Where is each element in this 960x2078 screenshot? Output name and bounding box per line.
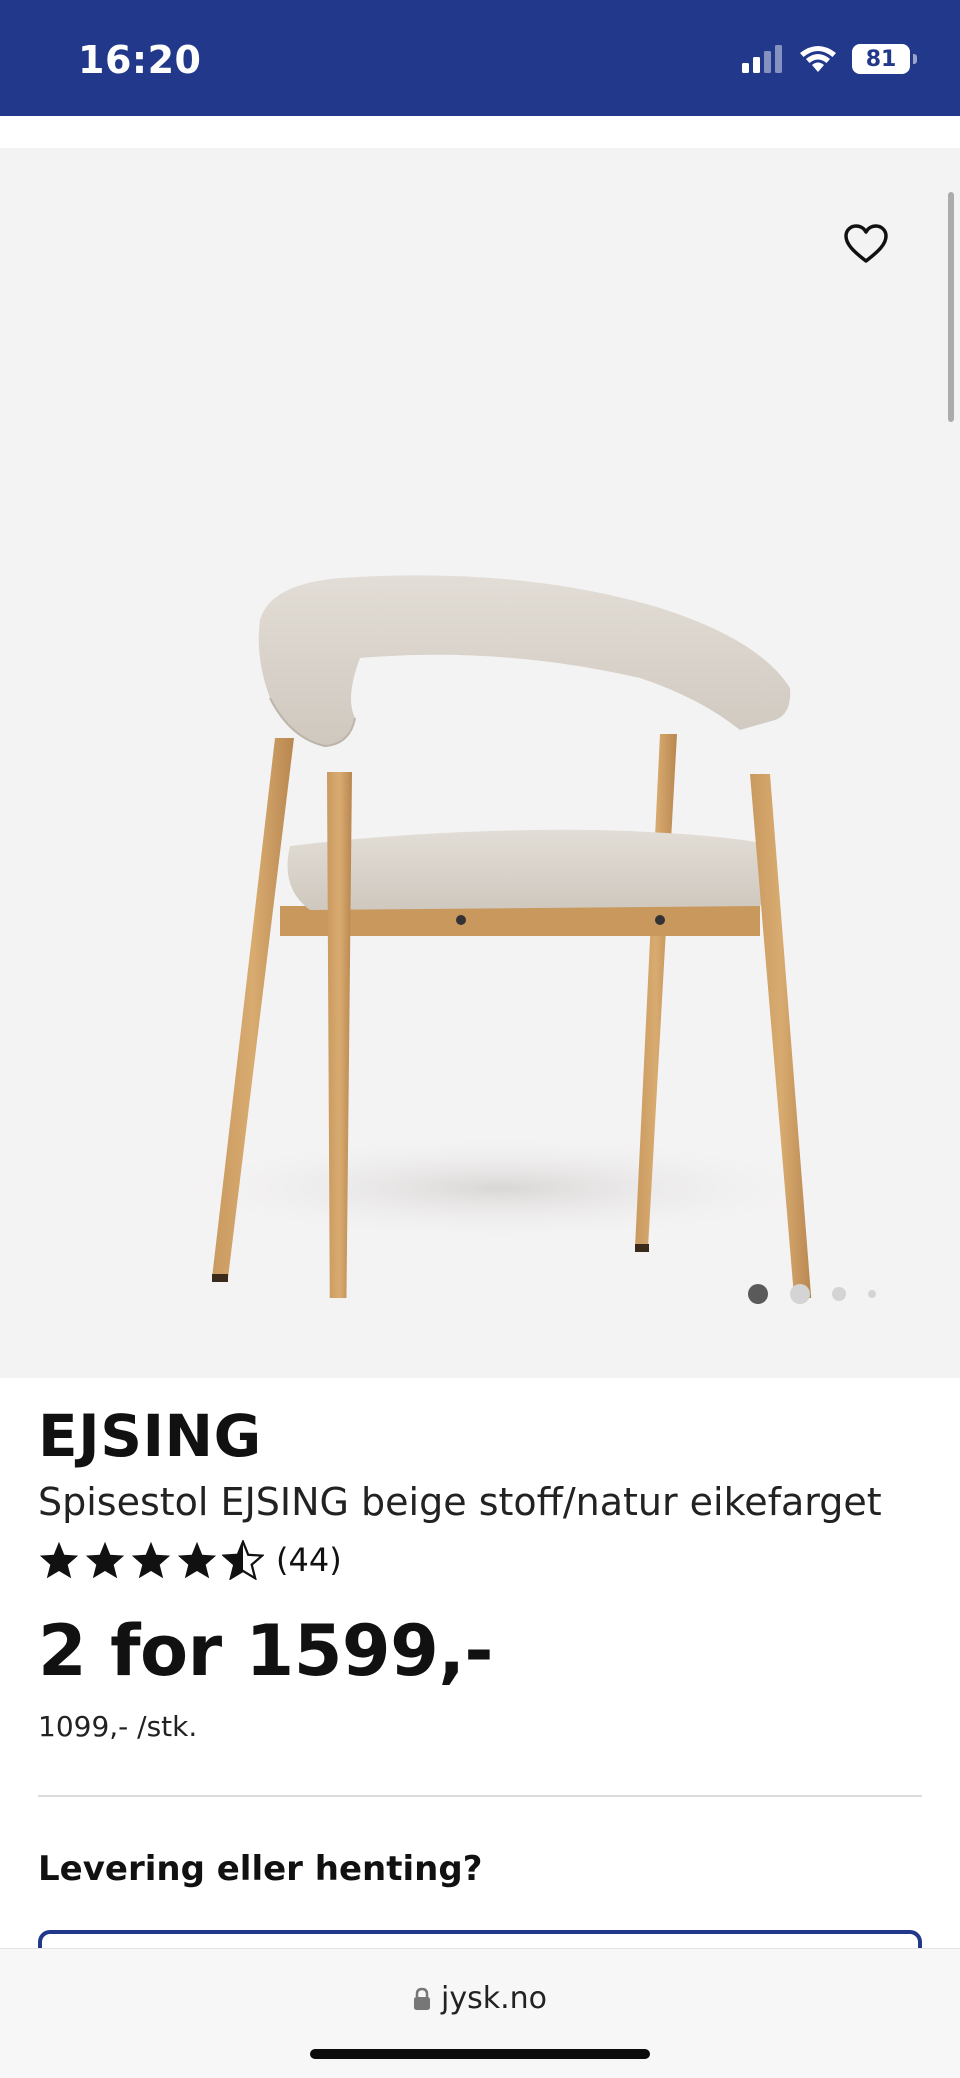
divider: [38, 1795, 922, 1797]
gallery-dot[interactable]: [790, 1284, 810, 1304]
url-text: jysk.no: [441, 1981, 547, 2016]
status-time: 16:20: [78, 38, 202, 82]
rating-stars: [38, 1540, 264, 1580]
wifi-icon: [800, 46, 836, 72]
gallery-dot-active[interactable]: [748, 1284, 768, 1304]
price: 2 for 1599,-: [38, 1610, 493, 1692]
product-info: EJSING Spisestol EJSING beige stoff/natu…: [38, 1378, 922, 1889]
star-full-icon: [177, 1541, 217, 1579]
battery-icon: 81: [852, 44, 917, 74]
product-brand: EJSING: [38, 1402, 262, 1470]
delivery-heading: Levering eller henting?: [38, 1849, 483, 1889]
heart-outline-icon: [844, 224, 888, 263]
unit-price: 1099,- /stk.: [38, 1710, 198, 1743]
favorite-button[interactable]: [840, 218, 892, 270]
product-image[interactable]: [140, 358, 840, 1298]
cellular-signal-icon: [742, 45, 782, 73]
address-bar[interactable]: jysk.no: [0, 1981, 960, 2016]
star-full-icon: [85, 1541, 125, 1579]
gallery-pagination[interactable]: [748, 1284, 898, 1304]
star-full-icon: [39, 1541, 79, 1579]
rating[interactable]: (44): [38, 1540, 922, 1580]
status-bar: 16:20 81: [0, 0, 960, 116]
status-icons: 81: [742, 44, 917, 74]
star-full-icon: [131, 1541, 171, 1579]
product-name: Spisestol EJSING beige stoff/natur eikef…: [38, 1480, 882, 1524]
browser-toolbar: jysk.no: [0, 1948, 960, 2078]
header-strip: [0, 116, 960, 148]
lock-icon: [414, 1987, 430, 2010]
star-half-icon: [222, 1540, 264, 1580]
home-indicator[interactable]: [310, 2049, 650, 2059]
gallery-dot[interactable]: [832, 1287, 846, 1301]
product-image-gallery[interactable]: [0, 148, 960, 1378]
scrollbar-thumb[interactable]: [948, 192, 954, 422]
rating-count[interactable]: (44): [276, 1541, 342, 1579]
gallery-dot[interactable]: [868, 1290, 876, 1298]
